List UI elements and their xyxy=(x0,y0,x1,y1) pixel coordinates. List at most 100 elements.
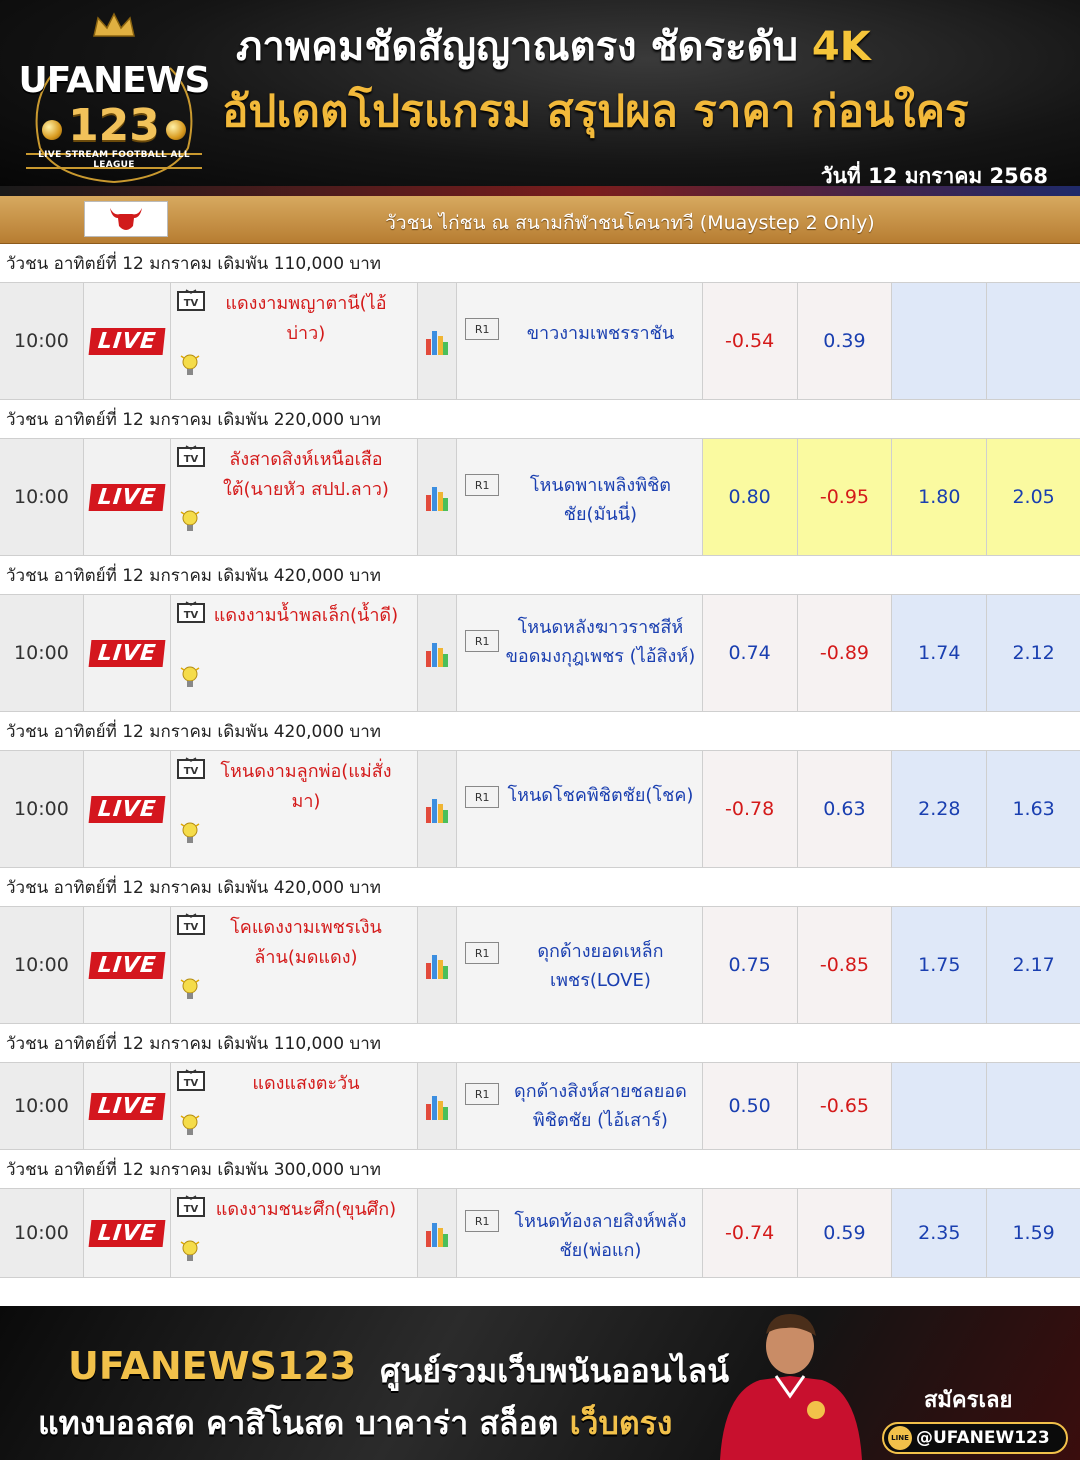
odds-cell[interactable]: -0.54 xyxy=(702,283,798,399)
bull-flag-icon xyxy=(84,201,168,237)
odds-cell[interactable]: 2.35 xyxy=(892,1189,988,1277)
live-cell[interactable]: LIVE xyxy=(83,595,171,711)
lightbulb-icon[interactable] xyxy=(179,353,201,379)
match-row[interactable]: 10:00 LIVE TV แดงงามชนะศึก(ขุนศึก) R1 โห… xyxy=(0,1188,1080,1278)
odds-cell[interactable]: 0.80 xyxy=(702,439,798,555)
event-header: วัวชน อาทิตย์ที่ 12 มกราคม เดิมพัน 420,0… xyxy=(0,556,1080,594)
live-button[interactable]: LIVE xyxy=(88,327,166,355)
red-corner-cell: TV โคแดงงามเพชรเงินล้าน(มดแดง) xyxy=(170,907,419,1023)
round-badge: R1 xyxy=(465,942,500,964)
odds-cell[interactable] xyxy=(987,1063,1080,1149)
bar-chart-icon[interactable] xyxy=(426,483,449,511)
stats-cell[interactable] xyxy=(418,439,458,555)
football-player-image xyxy=(720,1314,862,1460)
stats-cell[interactable] xyxy=(418,1189,458,1277)
blue-corner-name: ดุกด้างยอดเหล็กเพชร(LOVE) xyxy=(537,941,664,991)
site-logo[interactable]: UFANEWS 123 LIVE STREAM FOOTBALL ALL LEA… xyxy=(16,8,212,186)
odds-cell[interactable]: -0.85 xyxy=(797,907,893,1023)
odds-cell[interactable]: -0.74 xyxy=(702,1189,798,1277)
live-button[interactable]: LIVE xyxy=(88,795,166,823)
lightbulb-icon[interactable] xyxy=(179,665,201,691)
lightbulb-icon[interactable] xyxy=(179,509,201,535)
odds-cell[interactable]: 1.80 xyxy=(892,439,988,555)
line-app-icon: LINE xyxy=(888,1426,912,1450)
red-corner-name: แดงงามพญาตานี(ไอ้บ่าว) xyxy=(225,293,387,344)
odds-cell[interactable]: -0.89 xyxy=(797,595,893,711)
odds-cell[interactable]: 2.12 xyxy=(987,595,1080,711)
live-cell[interactable]: LIVE xyxy=(83,1189,171,1277)
blue-corner-cell: R1 โหนดท้องลายสิงห์พลังชัย(พ่อแก) xyxy=(457,1189,703,1277)
live-cell[interactable]: LIVE xyxy=(83,907,171,1023)
match-row[interactable]: 10:00 LIVE TV โคแดงงามเพชรเงินล้าน(มดแดง… xyxy=(0,906,1080,1024)
match-time: 10:00 xyxy=(0,1189,84,1277)
odds-cell[interactable]: 1.63 xyxy=(987,751,1080,867)
odds-cell[interactable]: 1.74 xyxy=(892,595,988,711)
stats-cell[interactable] xyxy=(418,283,458,399)
round-badge: R1 xyxy=(465,318,500,340)
stats-cell[interactable] xyxy=(418,595,458,711)
bar-chart-icon[interactable] xyxy=(426,327,449,355)
match-row[interactable]: 10:00 LIVE TV โหนดงามลูกพ่อ(แม่สั่งมา) R… xyxy=(0,750,1080,868)
tv-icon[interactable]: TV xyxy=(176,1069,205,1091)
live-button[interactable]: LIVE xyxy=(88,483,166,511)
stats-cell[interactable] xyxy=(418,907,458,1023)
match-row[interactable]: 10:00 LIVE TV ลังสาดสิงห์เหนือเสือใต้(นา… xyxy=(0,438,1080,556)
bar-chart-icon[interactable] xyxy=(426,795,449,823)
live-button[interactable]: LIVE xyxy=(88,1219,166,1247)
odds-cell[interactable]: 1.59 xyxy=(987,1189,1080,1277)
odds-value: 2.12 xyxy=(1012,642,1055,664)
bar-chart-icon[interactable] xyxy=(426,951,449,979)
odds-cell[interactable]: 0.39 xyxy=(797,283,893,399)
odds-cell[interactable]: -0.78 xyxy=(702,751,798,867)
blue-corner-name: โหนดท้องลายสิงห์พลังชัย(พ่อแก) xyxy=(514,1211,687,1261)
stats-cell[interactable] xyxy=(418,751,458,867)
lightbulb-icon[interactable] xyxy=(179,1239,201,1265)
odds-cell[interactable]: 0.74 xyxy=(702,595,798,711)
odds-cell[interactable]: 2.05 xyxy=(987,439,1080,555)
stats-cell[interactable] xyxy=(418,1063,458,1149)
live-cell[interactable]: LIVE xyxy=(83,751,171,867)
odds-cell[interactable]: 2.17 xyxy=(987,907,1080,1023)
signup-link[interactable]: สมัครเลย xyxy=(924,1382,1012,1417)
live-button[interactable]: LIVE xyxy=(88,639,166,667)
live-button[interactable]: LIVE xyxy=(88,1092,166,1120)
lightbulb-icon[interactable] xyxy=(179,977,201,1003)
odds-cell[interactable]: 1.75 xyxy=(892,907,988,1023)
match-row[interactable]: 10:00 LIVE TV แดงงามน้ำพลเล็ก(น้ำดี) R1 … xyxy=(0,594,1080,712)
tv-icon[interactable]: TV xyxy=(176,289,205,311)
bar-chart-icon[interactable] xyxy=(426,1219,449,1247)
live-cell[interactable]: LIVE xyxy=(83,1063,171,1149)
match-row[interactable]: 10:00 LIVE TV แดงแสงตะวัน R1 ดุกด้างสิงห… xyxy=(0,1062,1080,1150)
tv-icon[interactable]: TV xyxy=(176,1195,205,1217)
live-cell[interactable]: LIVE xyxy=(83,439,171,555)
odds-cell[interactable] xyxy=(987,283,1080,399)
tv-icon[interactable]: TV xyxy=(176,601,205,623)
odds-cell[interactable]: 0.75 xyxy=(702,907,798,1023)
red-corner-cell: TV แดงงามชนะศึก(ขุนศึก) xyxy=(170,1189,419,1277)
odds-cell[interactable]: 2.28 xyxy=(892,751,988,867)
line-contact-button[interactable]: LINE @UFANEW123 xyxy=(882,1422,1068,1454)
match-time: 10:00 xyxy=(0,751,84,867)
odds-cell[interactable]: 0.50 xyxy=(702,1063,798,1149)
lightbulb-icon[interactable] xyxy=(179,821,201,847)
board-title: วัวชน ไก่ชน ณ สนามกีฬาชนโคนาทวี (Muayste… xyxy=(385,212,875,234)
live-cell[interactable]: LIVE xyxy=(83,283,171,399)
match-row[interactable]: 10:00 LIVE TV แดงงามพญาตานี(ไอ้บ่าว) R1 … xyxy=(0,282,1080,400)
odds-cell[interactable]: 0.63 xyxy=(797,751,893,867)
bar-chart-icon[interactable] xyxy=(426,1092,449,1120)
odds-cell[interactable]: -0.95 xyxy=(797,439,893,555)
bar-chart-icon[interactable] xyxy=(426,639,449,667)
round-badge: R1 xyxy=(465,1210,500,1232)
odds-cell[interactable]: 0.59 xyxy=(797,1189,893,1277)
odds-cell[interactable] xyxy=(892,283,988,399)
odds-cell[interactable] xyxy=(892,1063,988,1149)
odds-board: วัวชน ไก่ชน ณ สนามกีฬาชนโคนาทวี (Muayste… xyxy=(0,196,1080,1278)
live-button[interactable]: LIVE xyxy=(88,951,166,979)
headline-4k: 4K xyxy=(811,24,871,70)
tv-icon[interactable]: TV xyxy=(176,913,205,935)
tv-icon[interactable]: TV xyxy=(176,445,205,467)
match-list: วัวชน อาทิตย์ที่ 12 มกราคม เดิมพัน 110,0… xyxy=(0,244,1080,1278)
odds-cell[interactable]: -0.65 xyxy=(797,1063,893,1149)
tv-icon[interactable]: TV xyxy=(176,757,205,779)
lightbulb-icon[interactable] xyxy=(179,1113,201,1139)
